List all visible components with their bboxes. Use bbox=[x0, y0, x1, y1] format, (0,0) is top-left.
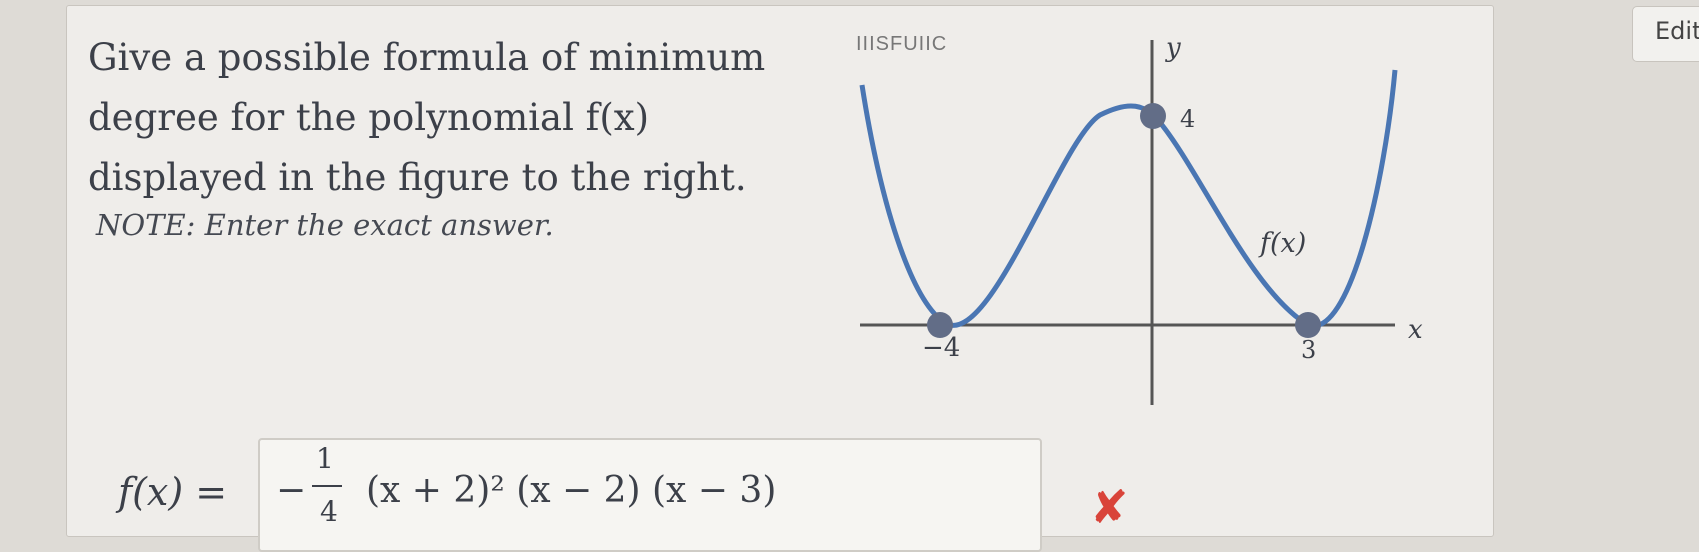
answer-sign: − bbox=[276, 470, 307, 511]
y-axis-label: y bbox=[1165, 33, 1181, 63]
answer-expression: (x + 2)² (x − 2) (x − 3) bbox=[366, 470, 777, 511]
edit-button-label: Edit bbox=[1655, 17, 1699, 45]
right-root-label: 3 bbox=[1301, 336, 1316, 364]
edit-button[interactable]: Edit bbox=[1632, 6, 1699, 62]
question-line-1: Give a possible formula of minimum bbox=[88, 36, 766, 79]
polynomial-graph: IIISFUIIC y x 4 −4 3 f(x) bbox=[856, 33, 1423, 405]
y-intercept-point bbox=[1140, 103, 1166, 129]
answer-label: f(x) = bbox=[118, 470, 228, 514]
question-line-3: displayed in the figure to the right. bbox=[88, 156, 747, 199]
polynomial-curve bbox=[859, 69, 1398, 329]
question-note: NOTE: Enter the exact answer. bbox=[96, 208, 554, 242]
answer-fraction-denominator: 4 bbox=[320, 495, 338, 528]
answer-fraction-bar bbox=[312, 485, 342, 487]
incorrect-x-icon: ✘ bbox=[1090, 480, 1129, 534]
function-label: f(x) bbox=[1258, 228, 1306, 259]
graph-watermark: IIISFUIIC bbox=[856, 33, 947, 55]
right-root-point bbox=[1295, 312, 1321, 338]
y-intercept-label: 4 bbox=[1180, 105, 1195, 133]
left-root-label: −4 bbox=[922, 333, 960, 363]
x-axis-label: x bbox=[1408, 315, 1423, 345]
question-line-2: degree for the polynomial f(x) bbox=[88, 96, 650, 139]
answer-fraction-numerator: 1 bbox=[316, 442, 334, 475]
question-text: Give a possible formula of minimum degre… bbox=[88, 28, 808, 208]
